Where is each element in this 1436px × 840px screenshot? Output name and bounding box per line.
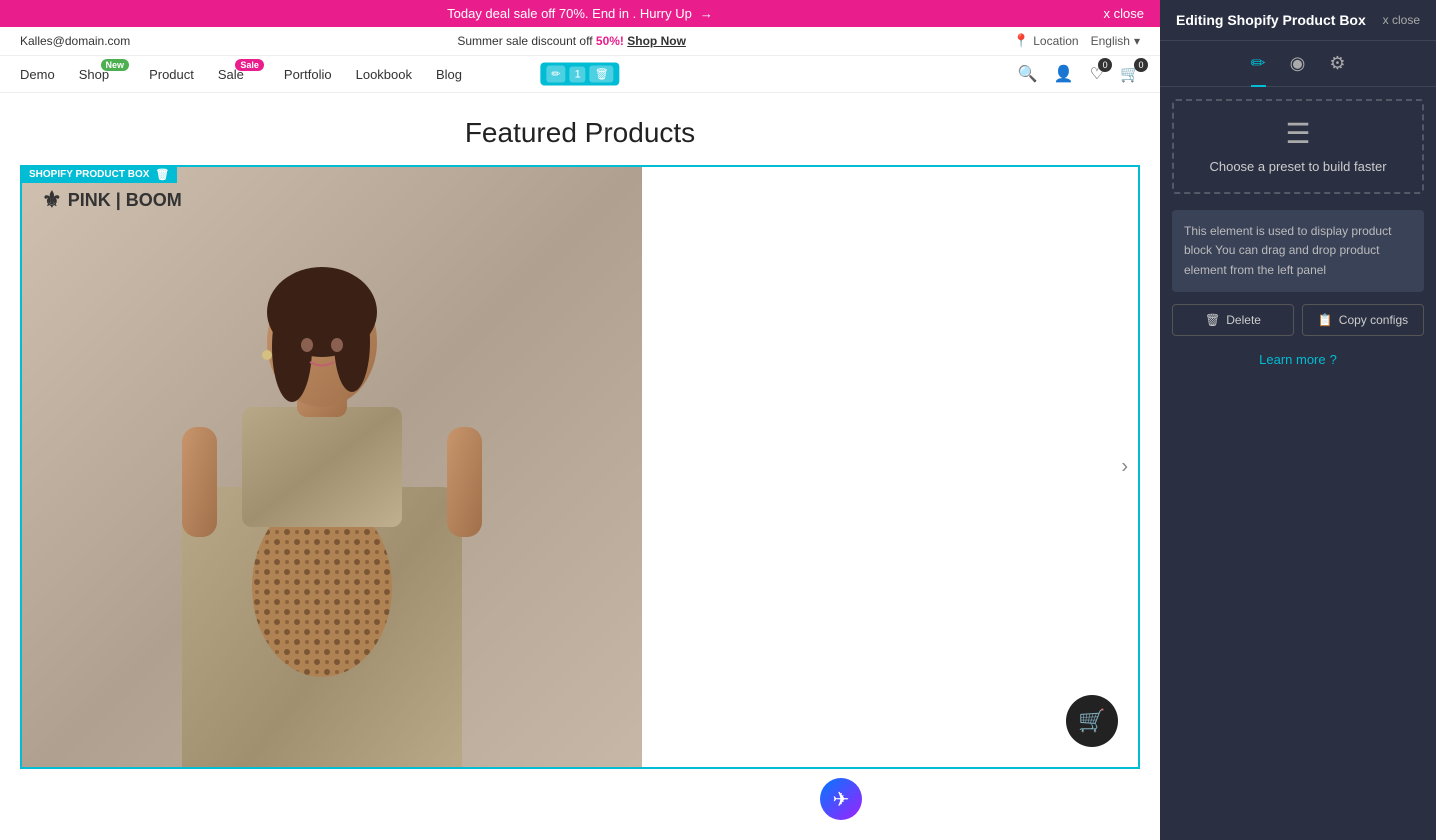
copy-label: Copy configs (1339, 313, 1408, 327)
logo-icon: ⚜ (42, 187, 62, 213)
copy-icon: 📋 (1318, 313, 1333, 327)
language-arrow: ▾ (1134, 34, 1140, 48)
header-topbar: Kalles@domain.com Summer sale discount o… (0, 27, 1160, 56)
announcement-text: Today deal sale off 70%. End in . Hurry … (447, 6, 692, 21)
learn-more-icon: ? (1330, 352, 1337, 367)
learn-more-link[interactable]: Learn more ? (1176, 352, 1420, 367)
preset-area[interactable]: ☰ Choose a preset to build faster (1172, 99, 1424, 194)
summer-sale-percent: 50%! (596, 34, 624, 48)
nav-item-product[interactable]: Product (149, 67, 194, 82)
panel-actions: 🗑 Delete 📋 Copy configs (1172, 304, 1424, 336)
tab-edit-icon: ✏ (1251, 53, 1266, 73)
delete-button[interactable]: 🗑 Delete (1172, 304, 1294, 336)
tab-design-icon: ◉ (1290, 53, 1306, 73)
delete-icon: 🗑 (1205, 313, 1220, 327)
nav-right: 🔍 👤 ♡0 🛒0 (1018, 64, 1140, 84)
nav-item-demo[interactable]: Demo (20, 67, 55, 82)
tab-settings[interactable]: ⚙ (1329, 49, 1345, 78)
right-panel: Editing Shopify Product Box x close ✏ ◉ … (1160, 0, 1436, 840)
panel-description: This element is used to display product … (1172, 210, 1424, 292)
email: Kalles@domain.com (20, 34, 130, 48)
main-content: Today deal sale off 70%. End in . Hurry … (0, 0, 1160, 840)
toolbar-count-btn[interactable]: 1 (570, 66, 586, 82)
summer-sale-prefix: Summer sale discount off (457, 34, 592, 48)
preset-icon: ☰ (1285, 117, 1310, 150)
toolbar-delete-btn[interactable]: 🗑 (590, 66, 614, 83)
nav-item-portfolio[interactable]: Portfolio (284, 67, 332, 82)
badge-new: New (101, 59, 130, 71)
shop-now-link[interactable]: Shop Now (627, 34, 686, 48)
fashion-svg (22, 167, 642, 767)
carousel-next-arrow[interactable]: › (1121, 456, 1128, 479)
language-label: English (1091, 34, 1130, 48)
product-image-area: ⚜ PINK | BOOM (22, 167, 642, 767)
messenger-icon: ✈ (833, 787, 850, 812)
language-selector[interactable]: English ▾ (1091, 34, 1140, 48)
topbar-right: 📍 Location English ▾ (1013, 33, 1140, 49)
logo-text: PINK | BOOM (68, 190, 182, 211)
nav-item-blog[interactable]: Blog (436, 67, 462, 82)
product-box-label-text: SHOPIFY PRODUCT BOX (29, 169, 149, 180)
page-content: Featured Products SHOPIFY PRODUCT BOX 🗑 … (0, 93, 1160, 840)
product-box-delete-icon[interactable]: 🗑 (155, 168, 169, 181)
nav-left: Demo Shop New Product Sale Sale Portfoli… (20, 67, 462, 82)
tab-edit[interactable]: ✏ (1251, 49, 1266, 78)
product-logo: ⚜ PINK | BOOM (42, 187, 182, 213)
main-nav: Demo Shop New Product Sale Sale Portfoli… (0, 56, 1160, 93)
badge-sale: Sale (235, 59, 264, 71)
location-icon: 📍 (1013, 33, 1029, 49)
floating-cart-button[interactable]: 🛒 (1066, 695, 1118, 747)
wishlist-icon[interactable]: ♡0 (1090, 64, 1104, 84)
user-icon[interactable]: 👤 (1054, 64, 1074, 84)
panel-close-btn[interactable]: x close (1383, 13, 1420, 27)
preset-label: Choose a preset to build faster (1209, 158, 1386, 176)
cart-icon[interactable]: 🛒0 (1120, 64, 1140, 84)
product-right-area (642, 167, 1138, 767)
featured-heading: Featured Products (0, 93, 1160, 165)
search-icon[interactable]: 🔍 (1018, 64, 1038, 84)
panel-tabs: ✏ ◉ ⚙ (1160, 41, 1436, 87)
messenger-button[interactable]: ✈ (820, 778, 862, 820)
nav-item-lookbook[interactable]: Lookbook (356, 67, 412, 82)
announcement-bar: Today deal sale off 70%. End in . Hurry … (0, 0, 1160, 27)
nav-toolbar: ✏ 1 🗑 (540, 63, 619, 86)
shopify-product-box: SHOPIFY PRODUCT BOX 🗑 ⚜ PINK | BOOM (20, 165, 1140, 769)
learn-more-text: Learn more (1259, 352, 1325, 367)
location-selector[interactable]: 📍 Location (1013, 33, 1079, 49)
tab-settings-icon: ⚙ (1329, 53, 1345, 73)
wishlist-count: 0 (1098, 58, 1112, 72)
location-label: Location (1033, 34, 1078, 48)
nav-item-shop[interactable]: Shop New (79, 67, 109, 82)
fashion-image (22, 167, 642, 767)
announcement-close[interactable]: x close (1104, 6, 1144, 21)
summer-sale: Summer sale discount off 50%! Shop Now (457, 34, 686, 48)
floating-cart-icon: 🛒 (1078, 708, 1105, 734)
product-box-label: SHOPIFY PRODUCT BOX 🗑 (21, 166, 177, 183)
panel-title: Editing Shopify Product Box (1176, 12, 1366, 28)
tab-design[interactable]: ◉ (1290, 49, 1306, 78)
copy-configs-button[interactable]: 📋 Copy configs (1302, 304, 1424, 336)
announcement-arrow: → (700, 6, 713, 21)
panel-header: Editing Shopify Product Box x close (1160, 0, 1436, 41)
nav-item-sale[interactable]: Sale Sale (218, 67, 244, 82)
toolbar-edit-btn[interactable]: ✏ (546, 66, 565, 83)
delete-label: Delete (1226, 313, 1261, 327)
cart-count: 0 (1134, 58, 1148, 72)
